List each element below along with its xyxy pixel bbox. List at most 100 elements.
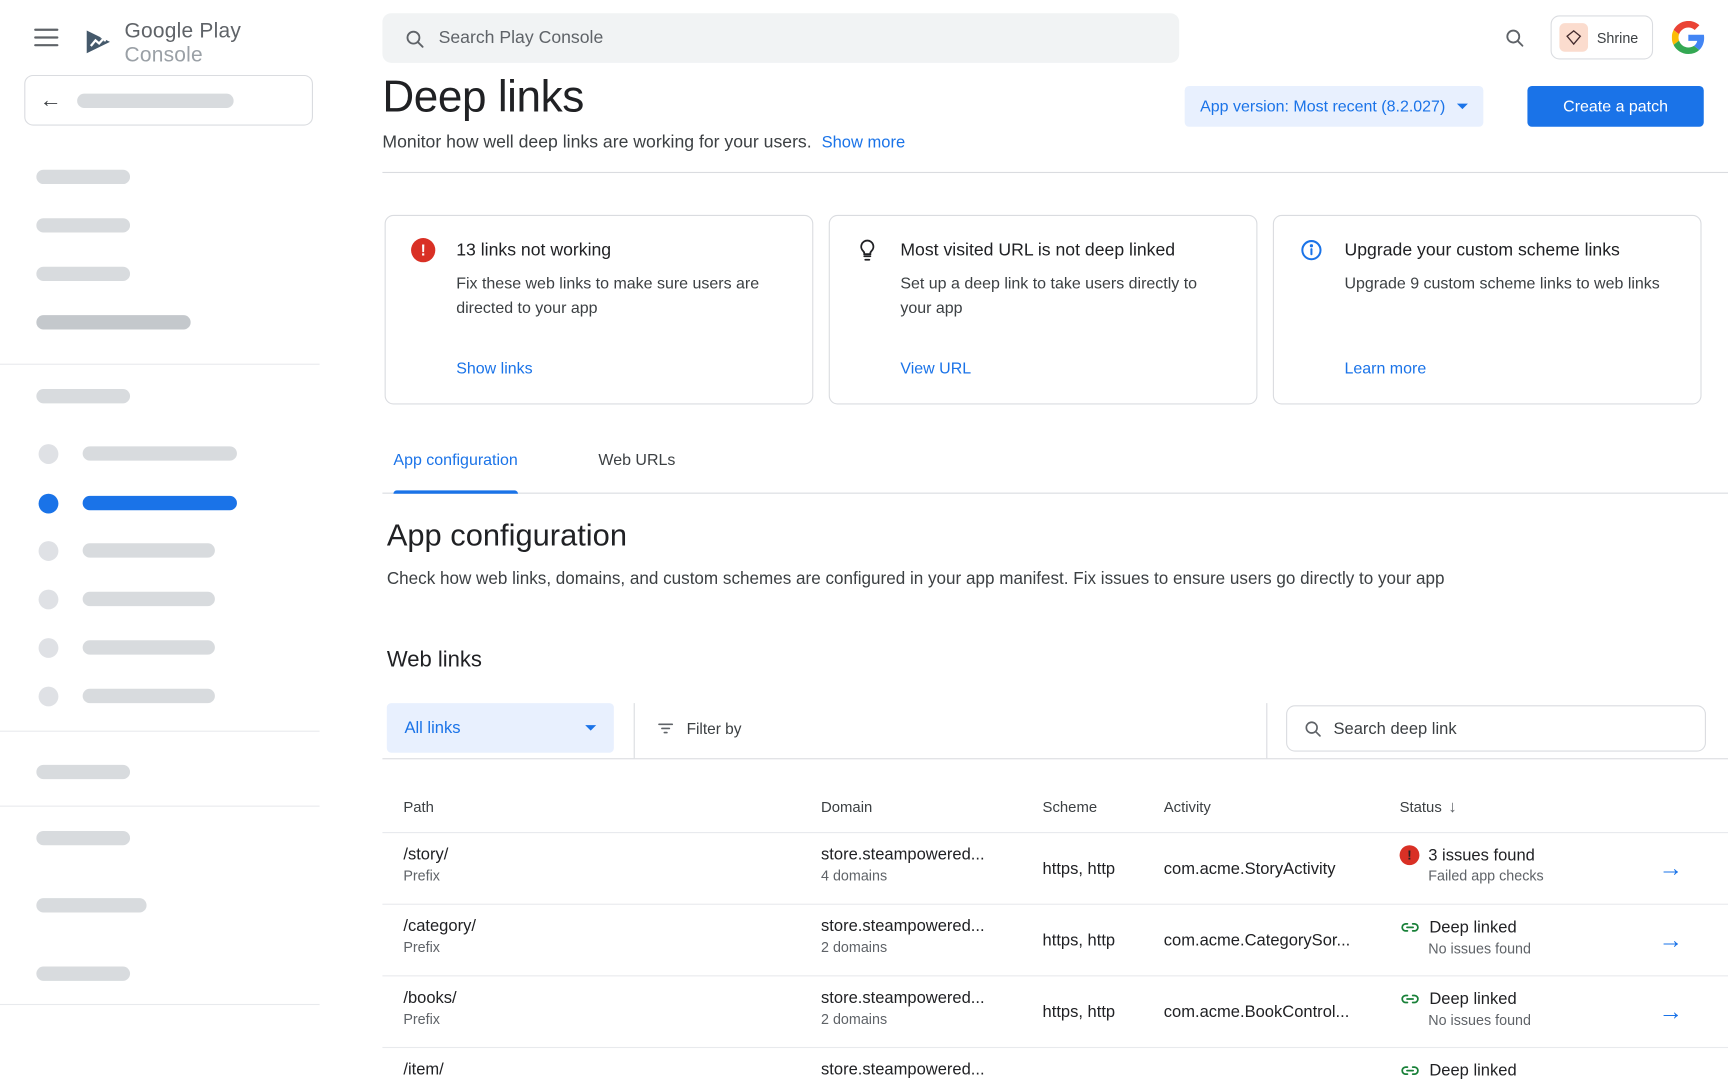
sidebar-item-deep-links-active[interactable]: [83, 496, 237, 510]
skeleton-bar: [36, 831, 130, 845]
table-row[interactable]: /item/ store.steampowered... Deep linked…: [382, 1047, 1728, 1080]
domain-count: 2 domains: [821, 939, 1043, 956]
global-search-input[interactable]: [439, 28, 1180, 48]
sidebar-divider: [0, 1004, 320, 1005]
table-row[interactable]: /story/ Prefix store.steampowered... 4 d…: [382, 832, 1728, 904]
column-header-domain[interactable]: Domain: [821, 799, 1043, 816]
domain-count: 2 domains: [821, 1011, 1043, 1028]
error-icon: !: [411, 238, 435, 262]
domain-value: store.steampowered...: [821, 845, 1043, 864]
header-divider: [382, 172, 1728, 173]
sidebar: Google Play Console ←: [0, 0, 320, 1080]
path-type: Prefix: [403, 1011, 821, 1028]
filter-by-label: Filter by: [687, 720, 742, 738]
link-icon: [1400, 989, 1421, 1010]
toolbar-bottom-divider: [382, 758, 1728, 759]
tab-app-configuration[interactable]: App configuration: [393, 452, 517, 493]
skeleton-bar: [77, 93, 233, 107]
back-navigation[interactable]: ←: [24, 75, 313, 126]
search-icon[interactable]: [1503, 26, 1525, 54]
path-type: Prefix: [403, 939, 821, 956]
links-filter-dropdown[interactable]: All links: [387, 703, 614, 753]
filter-icon: [656, 719, 676, 739]
link-icon: [1400, 917, 1421, 938]
scheme-value: https, http: [1043, 976, 1164, 1047]
status-value: Deep linked: [1429, 918, 1516, 937]
chevron-down-icon: [1457, 104, 1468, 110]
brand-secondary: Console: [125, 44, 203, 67]
skeleton-bar: [83, 592, 215, 606]
error-icon: !: [1400, 845, 1420, 865]
view-url-link[interactable]: View URL: [900, 360, 971, 378]
show-more-link[interactable]: Show more: [822, 133, 906, 152]
brand-name: Google Play Console: [125, 20, 320, 68]
row-detail-arrow-icon[interactable]: →: [1659, 1071, 1683, 1080]
skeleton-bar: [36, 218, 130, 232]
global-search[interactable]: [382, 13, 1179, 63]
card-body: Upgrade 9 custom scheme links to web lin…: [1344, 272, 1671, 296]
app-switcher-chip[interactable]: Shrine: [1551, 15, 1653, 59]
chevron-down-icon: [585, 725, 596, 731]
skeleton-bar: [83, 640, 215, 654]
sidebar-divider: [0, 364, 320, 365]
table-row[interactable]: /category/ Prefix store.steampowered... …: [382, 904, 1728, 976]
filter-by-button[interactable]: Filter by: [656, 719, 742, 739]
page-subtitle: Monitor how well deep links are working …: [382, 133, 811, 153]
scheme-value: https, http: [1043, 833, 1164, 904]
skeleton-bar: [36, 170, 130, 184]
page-subtitle-row: Monitor how well deep links are working …: [382, 133, 905, 153]
app-version-selector[interactable]: App version: Most recent (8.2.027): [1185, 86, 1484, 127]
skeleton-bar: [36, 966, 130, 980]
column-header-activity[interactable]: Activity: [1164, 799, 1400, 816]
page-title: Deep links: [382, 73, 583, 123]
play-console-app: Google Play Console ←: [0, 0, 1728, 1080]
status-detail: Failed app checks: [1428, 867, 1658, 884]
activity-value: [1164, 1048, 1400, 1080]
create-patch-button[interactable]: Create a patch: [1527, 86, 1703, 127]
deep-link-search[interactable]: [1286, 705, 1706, 751]
path-value: /books/: [403, 989, 821, 1008]
card-upgrade-scheme-links: Upgrade your custom scheme links Upgrade…: [1273, 215, 1702, 405]
card-links-not-working: ! 13 links not working Fix these web lin…: [385, 215, 814, 405]
skeleton-nav-icon: [39, 687, 59, 707]
column-header-scheme[interactable]: Scheme: [1043, 799, 1164, 816]
google-account-icon[interactable]: [1672, 21, 1705, 60]
skeleton-bar: [83, 689, 215, 703]
column-header-path[interactable]: Path: [382, 799, 821, 816]
skeleton-bar: [36, 898, 146, 912]
domain-count: 4 domains: [821, 867, 1043, 884]
status-value: Deep linked: [1429, 1061, 1516, 1080]
search-icon: [403, 27, 425, 49]
section-description: Check how web links, domains, and custom…: [387, 570, 1445, 590]
tab-web-urls[interactable]: Web URLs: [598, 452, 675, 493]
path-value: /category/: [403, 917, 821, 936]
status-value: 3 issues found: [1428, 846, 1535, 865]
scheme-value: [1043, 1048, 1164, 1080]
learn-more-link[interactable]: Learn more: [1344, 360, 1426, 378]
skeleton-bar: [36, 315, 190, 329]
activity-value: com.acme.StoryActivity: [1164, 833, 1400, 904]
skeleton-bar: [36, 765, 130, 779]
domain-value: store.steampowered...: [821, 989, 1043, 1008]
show-links-link[interactable]: Show links: [456, 360, 532, 378]
menu-icon[interactable]: [34, 29, 58, 47]
row-detail-arrow-icon[interactable]: →: [1659, 856, 1683, 880]
skeleton-nav-icon: [39, 638, 59, 658]
web-links-table: /story/ Prefix store.steampowered... 4 d…: [382, 832, 1728, 1080]
row-detail-arrow-icon[interactable]: →: [1659, 1000, 1683, 1024]
deep-link-search-input[interactable]: [1333, 719, 1704, 738]
card-body: Fix these web links to make sure users a…: [456, 272, 783, 320]
table-row[interactable]: /books/ Prefix store.steampowered... 2 d…: [382, 975, 1728, 1047]
status-detail: No issues found: [1428, 1012, 1658, 1029]
sidebar-divider: [0, 731, 320, 732]
row-detail-arrow-icon[interactable]: →: [1659, 928, 1683, 952]
path-value: /story/: [403, 845, 821, 864]
play-console-logo: Google Play Console: [82, 20, 320, 68]
back-arrow-icon[interactable]: ←: [40, 89, 62, 111]
brand-primary: Google Play: [125, 20, 242, 43]
column-header-status[interactable]: Status ↓: [1400, 798, 1659, 817]
scheme-value: https, http: [1043, 905, 1164, 976]
table-header: Path Domain Scheme Activity Status ↓: [382, 782, 1728, 832]
shrine-app-icon: [1559, 23, 1588, 52]
skeleton-bar: [83, 543, 215, 557]
